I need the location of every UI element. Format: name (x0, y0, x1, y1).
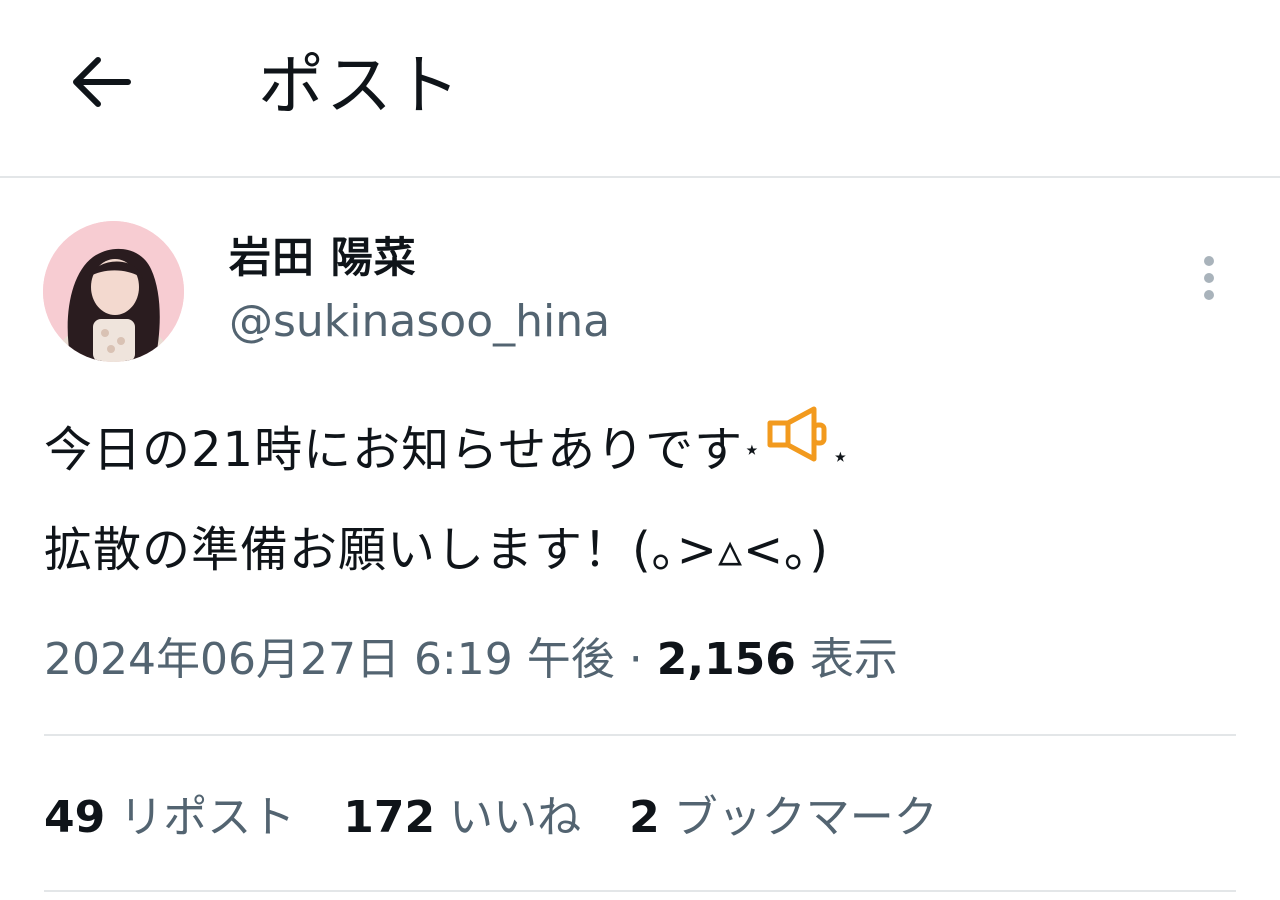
loudspeaker-icon (762, 397, 832, 497)
post-detail-page: ポスト 岩田 陽菜 @sukinasoo_hina 今日の21時にお知らせありで… (0, 0, 1280, 900)
user-handle[interactable]: @sukinasoo_hina (229, 294, 610, 350)
star-icon: ⋆ (831, 440, 851, 473)
views-count: 2,156 (656, 634, 796, 685)
likes-stat[interactable]: 172 いいね (343, 788, 581, 848)
bookmarks-count: 2 (629, 792, 660, 843)
more-dot-icon (1204, 273, 1214, 283)
tweet-line-2: 拡散の準備お願いします！(｡>▵<｡) (44, 522, 829, 578)
reposts-count: 49 (44, 792, 106, 843)
engagement-stats: 49 リポスト 172 いいね 2 ブックマーク (44, 788, 986, 848)
avatar[interactable] (43, 221, 184, 362)
divider (44, 890, 1236, 892)
reposts-stat[interactable]: 49 リポスト (44, 788, 295, 848)
profile-photo (43, 221, 184, 362)
reposts-label: リポスト (119, 792, 296, 843)
tweet-line-1: 今日の21時にお知らせありです⋆ ⋆ (44, 400, 1234, 500)
likes-count: 172 (343, 792, 436, 843)
arrow-left-icon (73, 57, 131, 107)
bookmarks-stat[interactable]: 2 ブックマーク (629, 788, 938, 848)
post-timestamp[interactable]: 2024年06月27日 6:19 午後 (44, 634, 615, 685)
tweet-text: 今日の21時にお知らせありです⋆ ⋆ 拡散の準備お願いします！(｡>▵<｡) (44, 400, 1234, 600)
tweet-line-1-text: 今日の21時にお知らせありです (44, 422, 744, 478)
divider (44, 734, 1236, 736)
back-button[interactable] (62, 44, 138, 120)
meta-separator: · (628, 634, 643, 685)
top-bar: ポスト (0, 0, 1280, 178)
page-title: ポスト (258, 47, 462, 124)
post-meta: 2024年06月27日 6:19 午後 · 2,156 表示 (44, 630, 898, 690)
sparkle-icon: ⋆ (743, 433, 762, 466)
more-dot-icon (1204, 290, 1214, 300)
more-options-button[interactable] (1186, 250, 1232, 306)
more-dot-icon (1204, 256, 1214, 266)
display-name[interactable]: 岩田 陽菜 (229, 230, 417, 286)
likes-label: いいね (449, 792, 582, 843)
views-label: 表示 (809, 634, 898, 685)
bookmarks-label: ブックマーク (673, 792, 938, 843)
